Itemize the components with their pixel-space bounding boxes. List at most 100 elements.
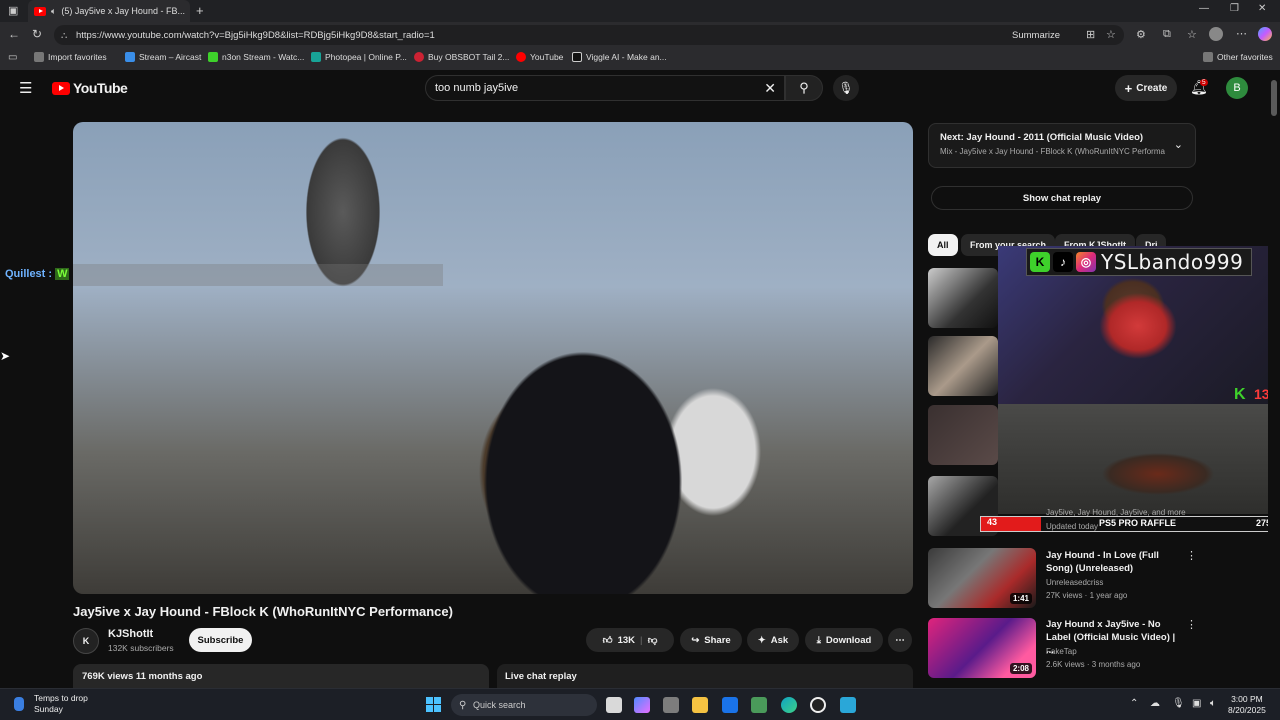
tray-chevron-icon[interactable]: ⌃: [1130, 698, 1138, 709]
video-thumbnail[interactable]: [928, 268, 998, 328]
store-icon[interactable]: [663, 697, 679, 713]
favorite-youtube[interactable]: YouTube: [516, 52, 563, 62]
obsbot-icon: [414, 52, 424, 62]
refresh-icon[interactable]: ↻: [32, 27, 42, 41]
favorite-photopea[interactable]: Photopea | Online P...: [311, 52, 407, 62]
tray-mic-icon[interactable]: 🎙︎: [1172, 698, 1185, 709]
streamer-handle: YSLbando999: [1101, 250, 1244, 274]
weather-widget[interactable]: Temps to drop Sunday: [34, 693, 88, 715]
more-actions-button[interactable]: ⋯: [888, 628, 912, 652]
app-icon[interactable]: [840, 697, 856, 713]
more-dots-icon: ⋯: [895, 634, 905, 646]
photos-icon[interactable]: [751, 697, 767, 713]
system-clock[interactable]: 3:00 PM 8/20/2025: [1228, 694, 1266, 716]
photopea-icon: [311, 52, 321, 62]
channel-avatar[interactable]: K: [73, 628, 99, 654]
video-player[interactable]: [73, 122, 913, 594]
scrollbar-thumb[interactable]: [1271, 80, 1277, 116]
video-thumbnail[interactable]: 1:41: [928, 548, 1036, 608]
page-scrollbar[interactable]: [1268, 70, 1280, 688]
youtube-play-icon: [52, 81, 70, 95]
task-view-icon[interactable]: [606, 697, 622, 713]
reader-icon[interactable]: ⊞: [1086, 28, 1095, 41]
up-next-title: Next: Jay Hound - 2011 (Official Music V…: [940, 132, 1144, 143]
like-button[interactable]: 👍︎ 13K: [603, 634, 635, 647]
account-avatar[interactable]: B: [1226, 77, 1248, 99]
favorite-import[interactable]: Import favorites: [34, 52, 107, 62]
address-bar[interactable]: ⛬ https://www.youtube.com/watch?v=Bjg5iH…: [54, 25, 1124, 45]
more-icon[interactable]: ⋯: [1236, 27, 1247, 40]
video-thumbnail[interactable]: 2:08: [928, 618, 1036, 678]
hamburger-menu-icon[interactable]: ☰: [19, 79, 32, 97]
obs-icon[interactable]: [810, 697, 826, 713]
network-icon[interactable]: ▣: [1192, 698, 1201, 709]
split-icon[interactable]: ⧉: [1163, 28, 1171, 41]
mouse-cursor-icon: ➤: [0, 349, 11, 363]
other-favorites[interactable]: Other favorites: [1203, 52, 1273, 62]
share-icon: ↪: [691, 634, 700, 646]
live-chat-replay-box[interactable]: Live chat replay: [497, 664, 913, 688]
speaker-icon[interactable]: 🔈︎: [51, 6, 56, 17]
summarize-button[interactable]: Summarize: [1012, 30, 1060, 41]
copilot-app-icon[interactable]: [634, 697, 650, 713]
taskbar-search[interactable]: ⚲ Quick search: [451, 694, 597, 716]
windows-taskbar: Temps to drop Sunday ⚲ Quick search ⌃ ☁ …: [0, 688, 1280, 720]
video-menu-icon[interactable]: ⋮: [1186, 618, 1197, 631]
maximize-icon[interactable]: ❐: [1230, 3, 1239, 14]
favorites-icon[interactable]: ☆: [1187, 28, 1197, 41]
new-tab-icon[interactable]: +: [196, 3, 204, 18]
outlook-icon[interactable]: [722, 697, 738, 713]
video-title: Jay5ive x Jay Hound - FBlock K (WhoRunIt…: [73, 604, 453, 619]
tiktok-icon: ♪: [1053, 252, 1073, 272]
profile-icon[interactable]: [1209, 27, 1223, 41]
channel-name[interactable]: KJShotIt: [108, 628, 153, 640]
game-feed: [998, 404, 1280, 514]
favorite-viggle[interactable]: Viggle AI - Make an...: [572, 52, 667, 62]
site-info-icon[interactable]: ⛬: [61, 30, 67, 41]
search-button[interactable]: ⚲: [785, 75, 823, 101]
video-channel[interactable]: Unreleasedcriss: [1046, 577, 1103, 589]
favorites-menu-icon[interactable]: ▭: [8, 52, 17, 63]
video-thumbnail[interactable]: [928, 336, 998, 396]
favorite-aircast[interactable]: Stream – Aircast: [125, 52, 201, 62]
description-box[interactable]: 769K views 11 months ago: [73, 664, 489, 688]
ask-button[interactable]: ✦ Ask: [747, 628, 799, 652]
chevron-down-icon[interactable]: ⌄: [1174, 138, 1183, 151]
close-window-icon[interactable]: ✕: [1258, 3, 1266, 14]
video-thumbnail[interactable]: [928, 405, 998, 465]
video-title-link[interactable]: Jay Hound - In Love (Full Song) (Unrelea…: [1046, 549, 1181, 575]
favorite-obsbot[interactable]: Buy OBSBOT Tail 2...: [414, 52, 509, 62]
aircast-icon: [125, 52, 135, 62]
browser-tab-bar: ▣ 🔈︎ (5) Jay5ive x Jay Hound - FB... ✕ +…: [0, 0, 1280, 22]
clear-search-icon[interactable]: ✕: [764, 80, 776, 97]
up-next-mix-panel[interactable]: Next: Jay Hound - 2011 (Official Music V…: [928, 123, 1196, 168]
volume-icon[interactable]: 🔈︎: [1210, 698, 1216, 709]
chip-all[interactable]: All: [928, 234, 958, 256]
download-button[interactable]: ⤓ Download: [805, 628, 883, 652]
share-button[interactable]: ↪ Share: [680, 628, 742, 652]
edge-icon[interactable]: [781, 697, 797, 713]
notification-count-badge: 5: [1200, 79, 1208, 86]
create-button[interactable]: + Create: [1115, 75, 1177, 101]
show-chat-replay-button[interactable]: Show chat replay: [931, 186, 1193, 210]
tab-actions-icon[interactable]: ▣: [8, 4, 18, 17]
youtube-logo[interactable]: YouTube: [52, 80, 128, 96]
minimize-icon[interactable]: —: [1199, 3, 1209, 14]
file-explorer-icon[interactable]: [692, 697, 708, 713]
weather-icon[interactable]: [14, 697, 24, 711]
extensions-icon[interactable]: ⚙: [1136, 28, 1146, 41]
dislike-button[interactable]: 👎︎: [648, 634, 658, 646]
search-input[interactable]: too numb jay5ive ✕: [425, 75, 785, 101]
browser-tab[interactable]: 🔈︎ (5) Jay5ive x Jay Hound - FB... ✕: [28, 0, 190, 22]
video-channel[interactable]: FakeTap: [1046, 646, 1077, 658]
back-icon[interactable]: ←: [8, 27, 20, 41]
copilot-icon[interactable]: [1258, 27, 1272, 41]
windows-start-icon[interactable]: [426, 697, 441, 712]
star-icon[interactable]: ☆: [1106, 28, 1116, 41]
kick-viewers-icon: K: [1234, 386, 1246, 403]
subscribe-button[interactable]: Subscribe: [189, 628, 252, 652]
video-menu-icon[interactable]: ⋮: [1186, 549, 1197, 562]
voice-search-button[interactable]: 🎙︎: [833, 75, 859, 101]
favorite-n3on[interactable]: n3on Stream - Watc...: [208, 52, 304, 62]
tray-app-icon[interactable]: ☁: [1150, 698, 1160, 709]
